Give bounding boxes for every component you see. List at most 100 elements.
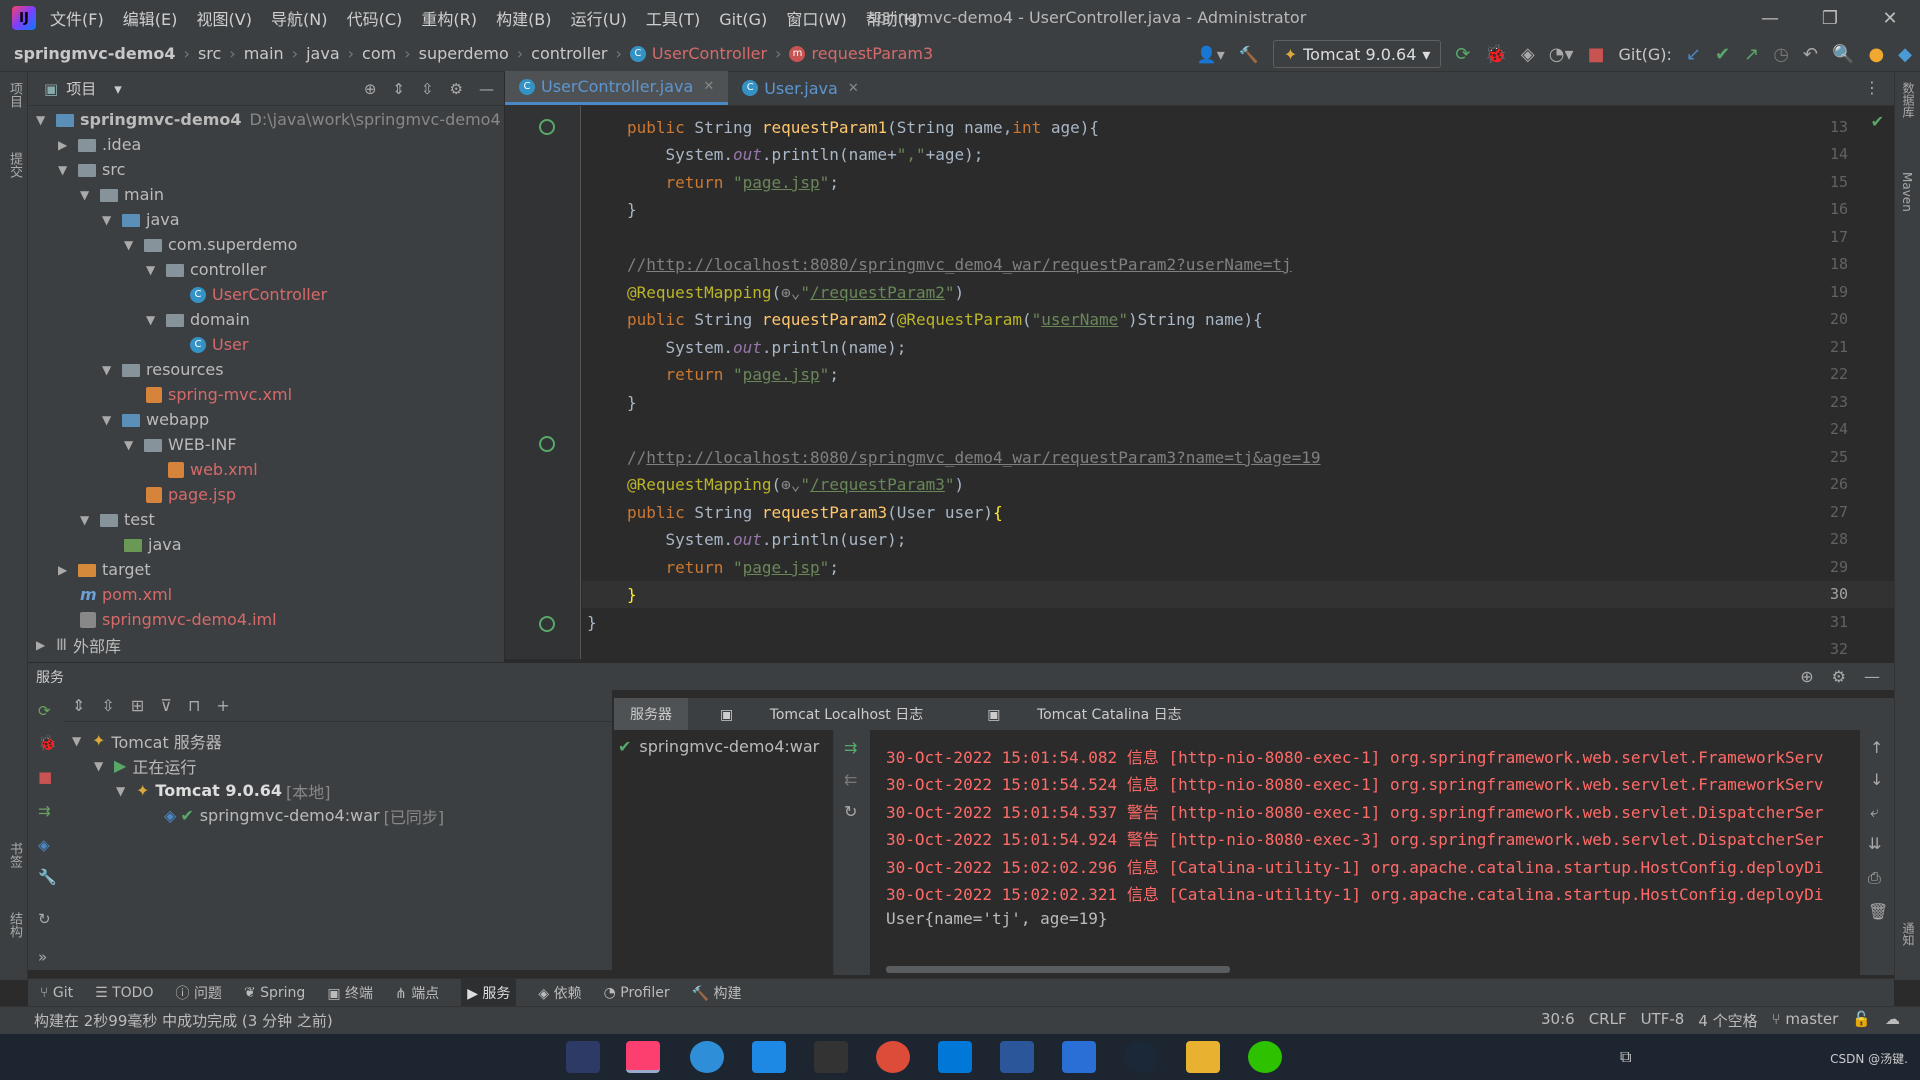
print-icon[interactable]: ⎙	[1868, 868, 1881, 888]
menu-navigate[interactable]: 导航(N)	[271, 10, 327, 29]
tree-node-src[interactable]: ▼ src	[58, 157, 125, 182]
profile-icon[interactable]: ◔▾	[1549, 44, 1574, 65]
tab-profiler[interactable]: ◔ Profiler	[604, 985, 670, 1001]
menu-refactor[interactable]: 重构(R)	[421, 10, 477, 29]
mapping-path[interactable]: /requestParam2	[810, 283, 945, 302]
add-icon[interactable]: +	[216, 696, 229, 715]
menu-build[interactable]: 构建(B)	[496, 10, 551, 29]
request-mapping-icon[interactable]	[539, 119, 555, 135]
tab-problems[interactable]: ⓘ 问题	[175, 983, 221, 1003]
close-icon[interactable]: ✕	[848, 81, 859, 96]
tab-git[interactable]: ⑂ Git	[40, 985, 73, 1001]
update-icon[interactable]: ●	[1868, 44, 1884, 65]
locate-icon[interactable]: ⊕	[364, 80, 377, 98]
browser-icon[interactable]	[690, 1041, 724, 1073]
tomcat-group-node[interactable]: ▼ ✦ Tomcat 服务器	[72, 728, 222, 753]
steam-icon[interactable]	[1124, 1041, 1158, 1073]
eclipse-icon[interactable]	[566, 1041, 600, 1073]
request-mapping-icon[interactable]	[539, 436, 555, 452]
artifact-node[interactable]: ◈ ✔ springmvc-demo4:war [已同步]	[164, 803, 444, 828]
tree-node-domain[interactable]: ▼ domain	[146, 307, 250, 332]
gear-icon[interactable]: ⚙	[450, 80, 463, 98]
structure-tool-tab[interactable]: 结构	[5, 912, 24, 938]
trash-icon[interactable]: 🗑	[1868, 902, 1888, 921]
deploy-icon[interactable]: ⇉	[38, 802, 51, 820]
deploy-icon[interactable]: ⇉	[844, 738, 857, 757]
coverage-icon[interactable]: ◈	[1521, 44, 1535, 65]
breadcrumb-method[interactable]: requestParam3	[811, 44, 933, 63]
tree-node-package[interactable]: ▼ com.superdemo	[124, 232, 297, 257]
breadcrumb-com[interactable]: com	[362, 44, 396, 63]
tab-server[interactable]: 服务器	[614, 698, 688, 730]
tab-catalina-log[interactable]: ▣ Tomcat Catalina 日志	[955, 704, 1213, 724]
intellij-icon[interactable]	[626, 1041, 660, 1073]
breadcrumb-superdemo[interactable]: superdemo	[419, 44, 509, 63]
git-branch[interactable]: ⑂ master	[1772, 1010, 1839, 1031]
down-icon[interactable]: ↓	[1870, 770, 1883, 789]
wechat-icon[interactable]	[1248, 1041, 1282, 1073]
tree-node-iml[interactable]: springmvc-demo4.iml	[80, 607, 277, 632]
file-encoding[interactable]: UTF-8	[1641, 1010, 1685, 1031]
taskview-icon[interactable]: ⧉	[1620, 1047, 1631, 1067]
run-config-select[interactable]: ✦ Tomcat 9.0.64 ▾	[1272, 40, 1442, 68]
indent-setting[interactable]: 4 个空格	[1698, 1010, 1757, 1031]
scroll-end-icon[interactable]: ⇊	[1868, 834, 1881, 853]
wrench-icon[interactable]: 🔧	[38, 868, 57, 886]
horizontal-scrollbar[interactable]	[886, 966, 1230, 973]
tree-node-java[interactable]: ▼ java	[102, 207, 180, 232]
status-message[interactable]: 构建在 2秒99毫秒 中成功完成 (3 分钟 之前)	[34, 1010, 333, 1031]
refresh-icon[interactable]: ↻	[38, 910, 51, 928]
menu-git[interactable]: Git(G)	[719, 10, 767, 29]
project-panel-title[interactable]: 项目	[66, 78, 96, 99]
menu-code[interactable]: 代码(C)	[347, 10, 403, 29]
git-push-icon[interactable]: ↗	[1744, 44, 1759, 65]
tomcat-server-node[interactable]: ▼ ✦ Tomcat 9.0.64 [本地]	[116, 778, 331, 803]
up-icon[interactable]: ↑	[1870, 738, 1883, 757]
tree-node-test[interactable]: ▼ test	[80, 507, 155, 532]
breadcrumb-class[interactable]: UserController	[652, 44, 767, 63]
chrome-icon[interactable]	[876, 1041, 910, 1073]
tab-endpoints[interactable]: ⋔ 端点	[395, 983, 439, 1003]
tree-node-usercontroller[interactable]: C UserController	[190, 282, 327, 307]
tab-dependencies[interactable]: ◈ 依赖	[538, 983, 581, 1003]
minimize-button[interactable]: —	[1740, 0, 1800, 36]
menu-run[interactable]: 运行(U)	[571, 10, 627, 29]
terminal-icon[interactable]	[814, 1041, 848, 1073]
menu-tools[interactable]: 工具(T)	[646, 10, 700, 29]
lock-icon[interactable]: 🔓	[1852, 1010, 1871, 1031]
menu-edit[interactable]: 编辑(E)	[123, 10, 178, 29]
search-icon[interactable]: 🔍	[1832, 44, 1854, 65]
running-node[interactable]: ▼ ▶ 正在运行	[94, 753, 196, 778]
tree-node-controller[interactable]: ▼ controller	[146, 257, 266, 282]
commit-tool-tab[interactable]: 提交	[5, 152, 24, 178]
word-icon[interactable]	[1000, 1041, 1034, 1073]
file-explorer-icon[interactable]	[1186, 1041, 1220, 1073]
git-update-icon[interactable]: ↙	[1686, 44, 1701, 65]
breadcrumb-controller[interactable]: controller	[531, 44, 607, 63]
tree-node-pom[interactable]: m pom.xml	[80, 582, 172, 607]
collapse-all-icon[interactable]: ⇳	[101, 696, 114, 715]
tab-localhost-log[interactable]: ▣ Tomcat Localhost 日志	[688, 704, 955, 724]
breadcrumb-project[interactable]: springmvc-demo4	[14, 44, 176, 63]
collapse-all-icon[interactable]: ⇳	[421, 80, 434, 98]
breadcrumb-src[interactable]: src	[198, 44, 221, 63]
breadcrumb-java[interactable]: java	[306, 44, 340, 63]
tree-node-resources[interactable]: ▼ resources	[102, 357, 224, 382]
tree-node-target[interactable]: ▶ target	[58, 557, 151, 582]
artifact-icon[interactable]: ◈	[38, 836, 50, 854]
project-tool-tab[interactable]: 项目	[5, 82, 24, 108]
deployment-item[interactable]: ✔ springmvc-demo4:war	[618, 734, 819, 759]
hide-icon[interactable]: —	[479, 80, 494, 98]
inspection-ok-icon[interactable]: ✔	[1871, 112, 1884, 131]
intellij-logo-icon[interactable]: IJ	[12, 6, 36, 30]
request-mapping-icon[interactable]	[539, 616, 555, 632]
tree-node-main[interactable]: ▼ main	[80, 182, 164, 207]
rerun-icon[interactable]: ⟳	[1455, 44, 1470, 65]
caret-position[interactable]: 30:6	[1541, 1010, 1575, 1031]
tab-todo[interactable]: ☰ TODO	[95, 985, 153, 1001]
history-icon[interactable]: ◷	[1773, 44, 1789, 65]
expand-all-icon[interactable]: ⇕	[392, 80, 405, 98]
code-editor[interactable]: 13 14 15 16 17 18 19 20 21 22 23 24 25 2…	[505, 106, 1894, 659]
log-output[interactable]: 30-Oct-2022 15:01:54.082 信息 [http-nio-80…	[870, 730, 1860, 975]
notifications-tool-tab[interactable]: 通知	[1900, 922, 1917, 946]
